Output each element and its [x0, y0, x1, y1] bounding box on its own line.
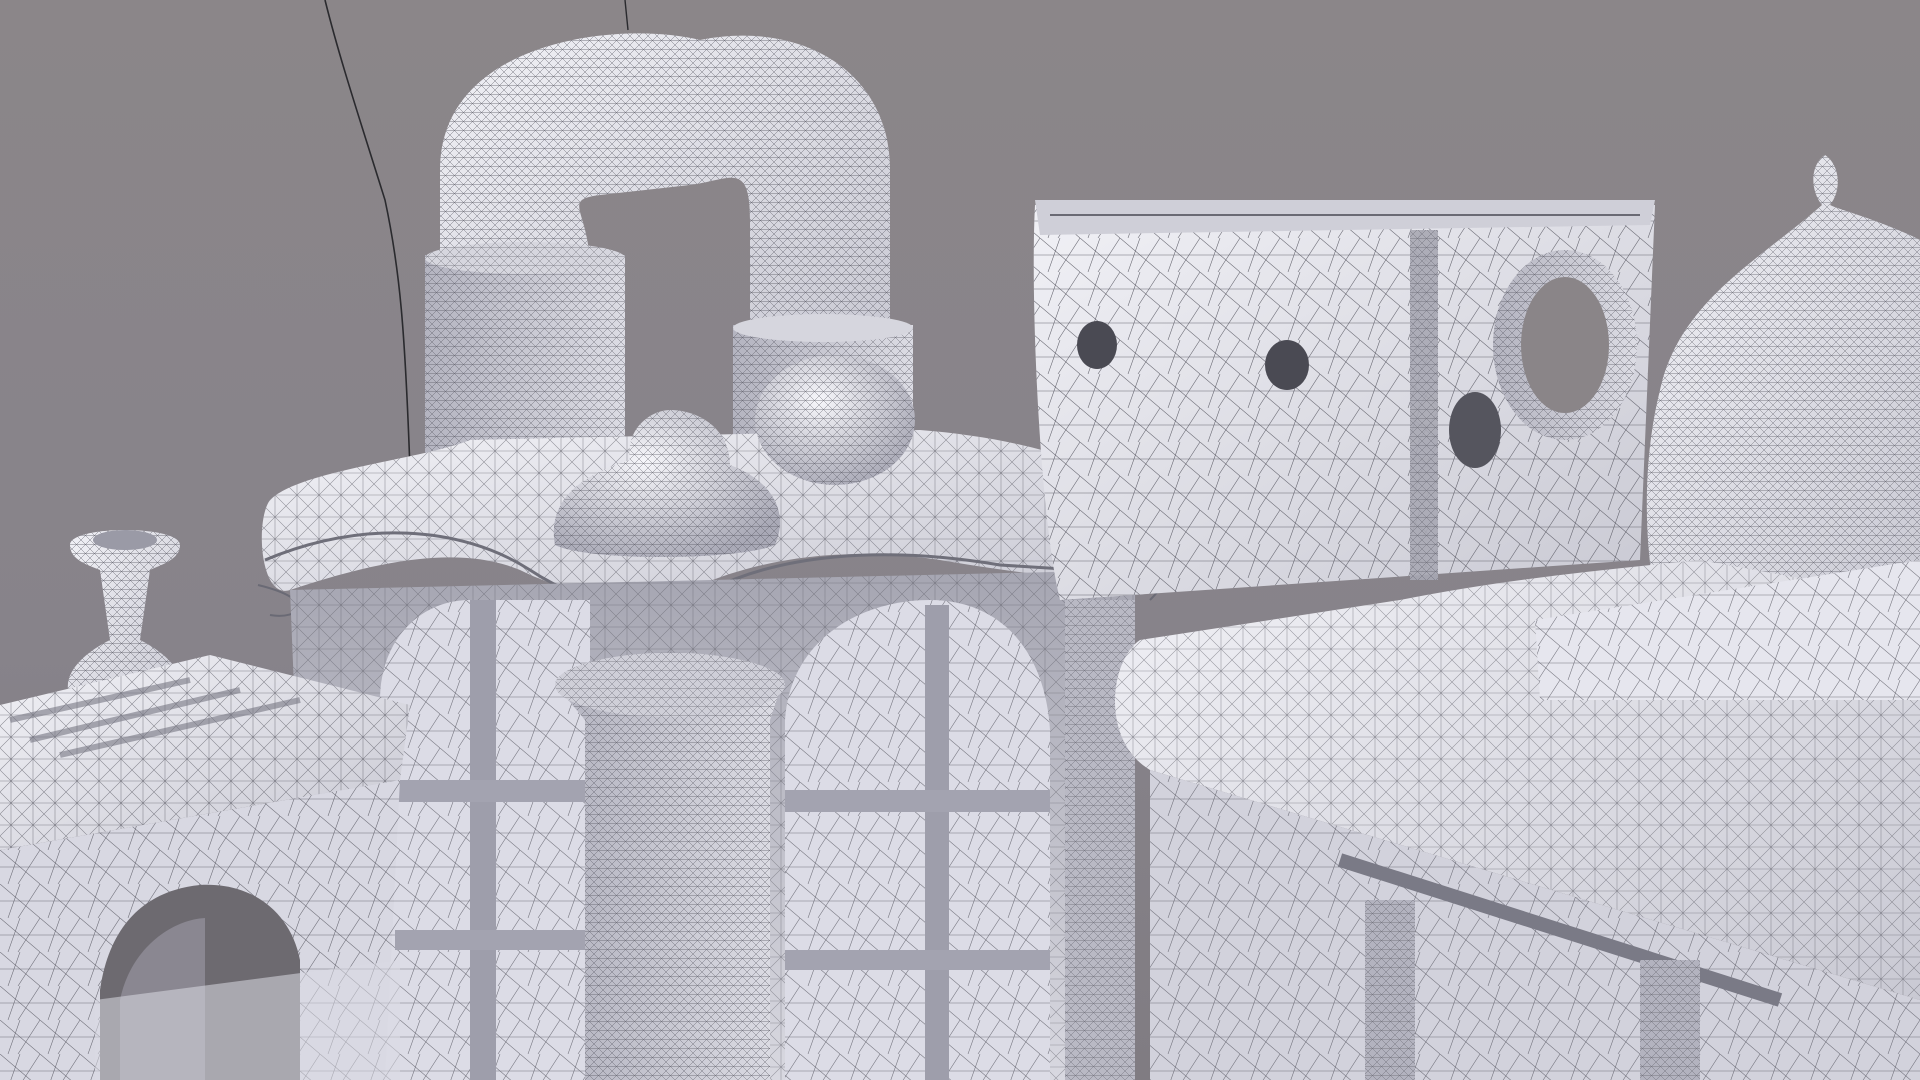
scene-render [0, 0, 1920, 1080]
3d-viewport[interactable] [0, 0, 1920, 1080]
right-terrace[interactable] [1115, 560, 1920, 1080]
onion-dome[interactable] [1646, 155, 1920, 620]
sphere-ornament[interactable] [755, 355, 915, 485]
arched-window-left[interactable] [380, 600, 590, 1080]
central-column[interactable] [555, 652, 785, 1080]
arched-window-right[interactable] [785, 600, 1050, 1080]
ring-ornament[interactable] [1493, 250, 1637, 440]
